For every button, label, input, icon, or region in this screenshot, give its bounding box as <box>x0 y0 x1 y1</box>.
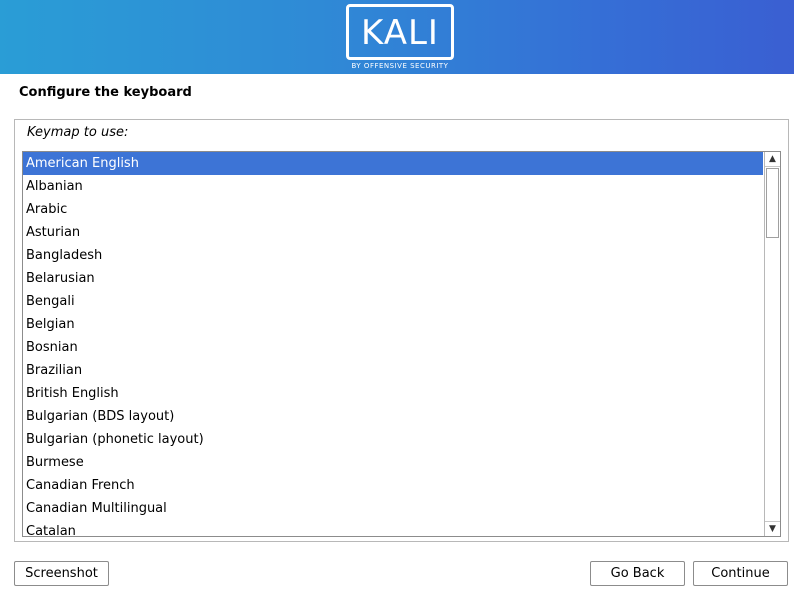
keymap-list-items: American English Albanian Arabic Asturian Ba… <box>23 152 763 536</box>
continue-button[interactable]: Continue <box>693 561 788 586</box>
list-item[interactable]: Bangladesh <box>23 244 763 267</box>
list-item[interactable]: Burmese <box>23 451 763 474</box>
list-item[interactable]: Belgian <box>23 313 763 336</box>
scrollbar-thumb[interactable] <box>766 168 779 238</box>
screenshot-button[interactable]: Screenshot <box>14 561 109 586</box>
chevron-up-icon[interactable]: ▲ <box>765 152 780 167</box>
kali-logo: KALI <box>346 4 454 60</box>
list-item[interactable]: Bulgarian (phonetic layout) <box>23 428 763 451</box>
list-item[interactable]: Arabic <box>23 198 763 221</box>
list-item[interactable]: Belarusian <box>23 267 763 290</box>
list-item[interactable]: Bosnian <box>23 336 763 359</box>
chevron-down-icon[interactable]: ▼ <box>765 521 780 536</box>
keymap-list[interactable]: American English Albanian Arabic Asturian Ba… <box>22 151 781 537</box>
list-item[interactable]: Canadian French <box>23 474 763 497</box>
scrollbar[interactable]: ▲ ▼ <box>764 152 780 536</box>
list-item[interactable]: British English <box>23 382 763 405</box>
list-item[interactable]: Bengali <box>23 290 763 313</box>
list-item[interactable]: Bulgarian (BDS layout) <box>23 405 763 428</box>
keymap-label: Keymap to use: <box>27 125 129 140</box>
list-item[interactable]: Catalan <box>23 520 763 536</box>
list-item[interactable]: American English <box>23 152 763 175</box>
go-back-button[interactable]: Go Back <box>590 561 685 586</box>
page-title: Configure the keyboard <box>19 85 192 100</box>
logo-subtext: BY OFFENSIVE SECURITY <box>351 62 449 70</box>
header-banner: KALI BY OFFENSIVE SECURITY <box>0 0 794 74</box>
logo-text: KALI <box>361 13 439 53</box>
list-item[interactable]: Asturian <box>23 221 763 244</box>
list-item[interactable]: Albanian <box>23 175 763 198</box>
list-item[interactable]: Canadian Multilingual <box>23 497 763 520</box>
list-item[interactable]: Brazilian <box>23 359 763 382</box>
